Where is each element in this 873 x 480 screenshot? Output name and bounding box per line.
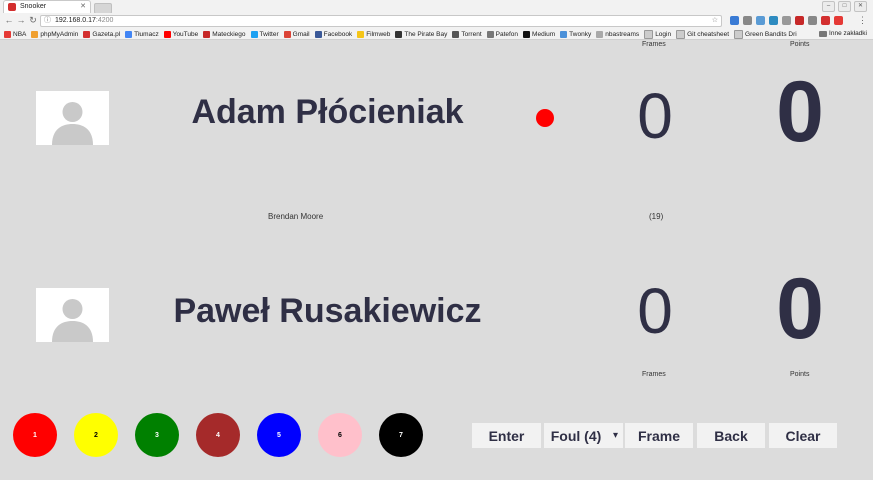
bookmark-item[interactable]: Mateckiego (203, 30, 246, 38)
gear-icon[interactable] (743, 16, 752, 25)
bookmark-item[interactable]: Green Bandits Dri (734, 29, 797, 39)
forward-arrow-icon[interactable]: → (16, 15, 26, 26)
tab-title: Snooker (20, 3, 47, 10)
foul-dropdown-caret-icon[interactable]: ▾ (608, 423, 623, 448)
extension-icon[interactable] (769, 16, 778, 25)
points-header-top: Points (790, 41, 810, 48)
bookmark-item[interactable]: Twitter (250, 30, 279, 38)
foul-button[interactable]: Foul (4) (544, 423, 608, 448)
info-icon[interactable]: ⓘ (44, 16, 51, 26)
other-bookmarks[interactable]: Inne zakładki (819, 30, 867, 37)
bookmark-item[interactable]: Filmweb (357, 30, 390, 38)
bookmark-item[interactable]: YouTube (163, 30, 198, 38)
bookmark-item[interactable]: Patefon (486, 30, 518, 38)
bookmark-item[interactable]: Twonky (560, 30, 591, 38)
reload-icon[interactable]: ↻ (28, 15, 38, 26)
player2-name: Paweł Rusakiewicz (173, 292, 482, 330)
angular-icon (8, 3, 16, 11)
tab-strip: Snooker ✕ – □ ✕ (0, 0, 873, 14)
bookmark-item[interactable]: Tłumacz (125, 30, 159, 38)
bookmark-item[interactable]: Facebook (314, 30, 352, 38)
bookmark-item[interactable]: NBA (4, 30, 26, 38)
ball-red-button[interactable]: 1 (13, 413, 57, 457)
address-bar[interactable]: ⓘ 192.168.0.17:4200 ☆ (40, 15, 722, 27)
bookmark-item[interactable]: Torrent (452, 30, 482, 38)
tab-snooker[interactable]: Snooker ✕ (3, 0, 91, 13)
ball-blue-button[interactable]: 5 (257, 413, 301, 457)
back-arrow-icon[interactable]: ← (4, 15, 14, 26)
maximize-icon[interactable]: □ (838, 1, 851, 12)
ball-yellow-button[interactable]: 2 (74, 413, 118, 457)
play-icon[interactable] (821, 16, 830, 25)
extension-icon[interactable] (808, 16, 817, 25)
bookmark-item[interactable]: Gazeta.pl (83, 30, 120, 38)
ball-black-button[interactable]: 7 (379, 413, 423, 457)
ball-green-button[interactable]: 3 (135, 413, 179, 457)
player2-frames: 0 (637, 275, 673, 347)
enter-button[interactable]: Enter (472, 423, 541, 448)
bookmark-item[interactable]: Medium (523, 30, 555, 38)
player1-name: Adam Płócieniak (191, 93, 464, 131)
referee-name: Brendan Moore (268, 212, 324, 221)
bookmark-item[interactable]: Login (644, 29, 671, 39)
frame-button[interactable]: Frame (625, 423, 693, 448)
navigation-bar: ← → ↻ ⓘ 192.168.0.17:4200 ☆ ⋮ (0, 13, 873, 29)
player1-frames: 0 (637, 80, 673, 152)
close-window-icon[interactable]: ✕ (854, 1, 867, 12)
active-player-indicator (536, 109, 554, 127)
person-placeholder-icon (52, 102, 93, 145)
close-tab-icon[interactable]: ✕ (80, 1, 86, 13)
bookmark-item[interactable]: Git cheatsheet (676, 29, 729, 39)
bookmarks-bar: NBA phpMyAdmin Gazeta.pl Tłumacz YouTube… (0, 29, 873, 40)
extension-icons (730, 16, 843, 25)
url-port: :4200 (95, 17, 114, 24)
player1-points: 0 (776, 64, 824, 160)
frames-header-top: Frames (642, 41, 666, 48)
bookmark-item[interactable]: nbastreams (596, 30, 639, 38)
bookmark-item[interactable]: The Pirate Bay (395, 30, 447, 38)
menu-icon[interactable]: ⋮ (858, 15, 867, 26)
extension-icon[interactable] (730, 16, 739, 25)
extension-icon[interactable] (834, 16, 843, 25)
clear-button[interactable]: Clear (769, 423, 837, 448)
bookmark-item[interactable]: phpMyAdmin (31, 30, 78, 38)
folder-icon (819, 30, 828, 37)
frames-header-bottom: Frames (642, 371, 666, 378)
extension-icon[interactable] (756, 16, 765, 25)
minimize-icon[interactable]: – (822, 1, 835, 12)
back-button[interactable]: Back (697, 423, 765, 448)
window-controls: – □ ✕ (822, 1, 867, 12)
bookmark-item[interactable]: Gmail (283, 30, 310, 38)
shield-icon[interactable] (795, 16, 804, 25)
player2-avatar (36, 288, 109, 342)
ball-brown-button[interactable]: 4 (196, 413, 240, 457)
bookmark-star-icon[interactable]: ☆ (712, 16, 718, 26)
ball-pink-button[interactable]: 6 (318, 413, 362, 457)
extension-icon[interactable] (782, 16, 791, 25)
player2-points: 0 (776, 261, 824, 357)
person-placeholder-icon (52, 299, 93, 342)
url-host: 192.168.0.17 (55, 17, 96, 24)
points-header-bottom: Points (790, 371, 810, 378)
current-break: (19) (649, 212, 664, 221)
player1-avatar (36, 91, 109, 145)
